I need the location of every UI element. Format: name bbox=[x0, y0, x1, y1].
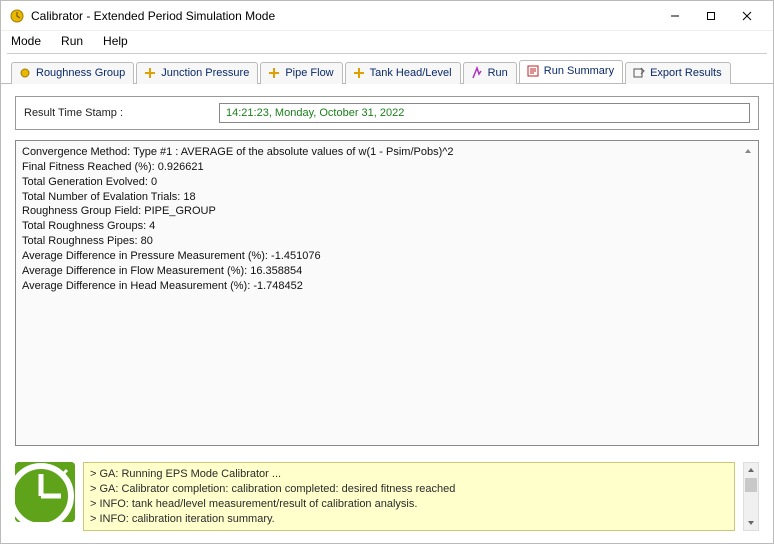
summary-line: Average Difference in Flow Measurement (… bbox=[22, 264, 752, 279]
tab-export-results[interactable]: Export Results bbox=[625, 62, 731, 84]
tab-run[interactable]: Run bbox=[463, 62, 517, 84]
tank-icon bbox=[352, 66, 366, 80]
tab-label: Pipe Flow bbox=[285, 67, 333, 79]
result-time-stamp-value: 14:21:23, Monday, October 31, 2022 bbox=[219, 103, 750, 123]
menu-mode[interactable]: Mode bbox=[7, 32, 45, 50]
tab-label: Roughness Group bbox=[36, 67, 125, 79]
result-time-stamp-label: Result Time Stamp : bbox=[24, 107, 209, 119]
summary-line: Total Roughness Groups: 4 bbox=[22, 219, 752, 234]
tab-tank-head-level[interactable]: Tank Head/Level bbox=[345, 62, 461, 84]
summary-line: Roughness Group Field: PIPE_GROUP bbox=[22, 204, 752, 219]
run-icon bbox=[470, 66, 484, 80]
tab-junction-pressure[interactable]: Junction Pressure bbox=[136, 62, 258, 84]
log-line: > INFO: calibration iteration summary. bbox=[90, 512, 728, 527]
minimize-button[interactable] bbox=[657, 2, 693, 30]
pipe-icon bbox=[267, 66, 281, 80]
summary-line: Total Number of Evalation Trials: 18 bbox=[22, 190, 752, 205]
tabstrip: Roughness Group Junction Pressure Pipe F… bbox=[1, 58, 773, 84]
result-time-stamp-row: Result Time Stamp : 14:21:23, Monday, Oc… bbox=[15, 96, 759, 130]
scroll-up-button[interactable] bbox=[744, 463, 758, 477]
titlebar: Calibrator - Extended Period Simulation … bbox=[1, 1, 773, 31]
log-line: > GA: Calibrator completion: calibration… bbox=[90, 482, 728, 497]
log-panel[interactable]: > GA: Running EPS Mode Calibrator ... > … bbox=[83, 462, 735, 531]
tab-label: Tank Head/Level bbox=[370, 67, 452, 79]
footer: > GA: Running EPS Mode Calibrator ... > … bbox=[1, 454, 773, 541]
tab-label: Run bbox=[488, 67, 508, 79]
app-icon bbox=[9, 8, 25, 24]
summary-textarea[interactable]: Convergence Method: Type #1 : AVERAGE of… bbox=[15, 140, 759, 446]
summary-line: Total Generation Evolved: 0 bbox=[22, 175, 752, 190]
log-line: > GA: Running EPS Mode Calibrator ... bbox=[90, 467, 728, 482]
summary-line: Final Fitness Reached (%): 0.926621 bbox=[22, 160, 752, 175]
export-icon bbox=[632, 66, 646, 80]
menubar: Mode Run Help bbox=[1, 31, 773, 51]
scroll-down-button[interactable] bbox=[744, 516, 758, 530]
summary-line: Average Difference in Pressure Measureme… bbox=[22, 249, 752, 264]
content-pane: Result Time Stamp : 14:21:23, Monday, Oc… bbox=[1, 84, 773, 454]
menu-run[interactable]: Run bbox=[57, 32, 87, 50]
summary-icon bbox=[526, 64, 540, 78]
summary-line: Convergence Method: Type #1 : AVERAGE of… bbox=[22, 145, 752, 160]
close-button[interactable] bbox=[729, 2, 765, 30]
roughness-icon bbox=[18, 66, 32, 80]
tab-label: Export Results bbox=[650, 67, 722, 79]
tab-label: Run Summary bbox=[544, 65, 614, 77]
scroll-up-icon[interactable] bbox=[742, 145, 754, 157]
tab-roughness-group[interactable]: Roughness Group bbox=[11, 62, 134, 84]
summary-line: Average Difference in Head Measurement (… bbox=[22, 279, 752, 294]
clock-icon bbox=[15, 462, 75, 522]
junction-icon bbox=[143, 66, 157, 80]
window-title: Calibrator - Extended Period Simulation … bbox=[31, 9, 657, 23]
summary-line: Total Roughness Pipes: 80 bbox=[22, 234, 752, 249]
menu-help[interactable]: Help bbox=[99, 32, 132, 50]
tab-label: Junction Pressure bbox=[161, 67, 249, 79]
log-line: > INFO: tank head/level measurement/resu… bbox=[90, 497, 728, 512]
tab-pipe-flow[interactable]: Pipe Flow bbox=[260, 62, 342, 84]
log-scrollbar[interactable] bbox=[743, 462, 759, 531]
scroll-thumb[interactable] bbox=[745, 478, 757, 492]
divider bbox=[7, 53, 767, 54]
tab-run-summary[interactable]: Run Summary bbox=[519, 60, 623, 83]
scroll-track[interactable] bbox=[744, 493, 758, 516]
maximize-button[interactable] bbox=[693, 2, 729, 30]
